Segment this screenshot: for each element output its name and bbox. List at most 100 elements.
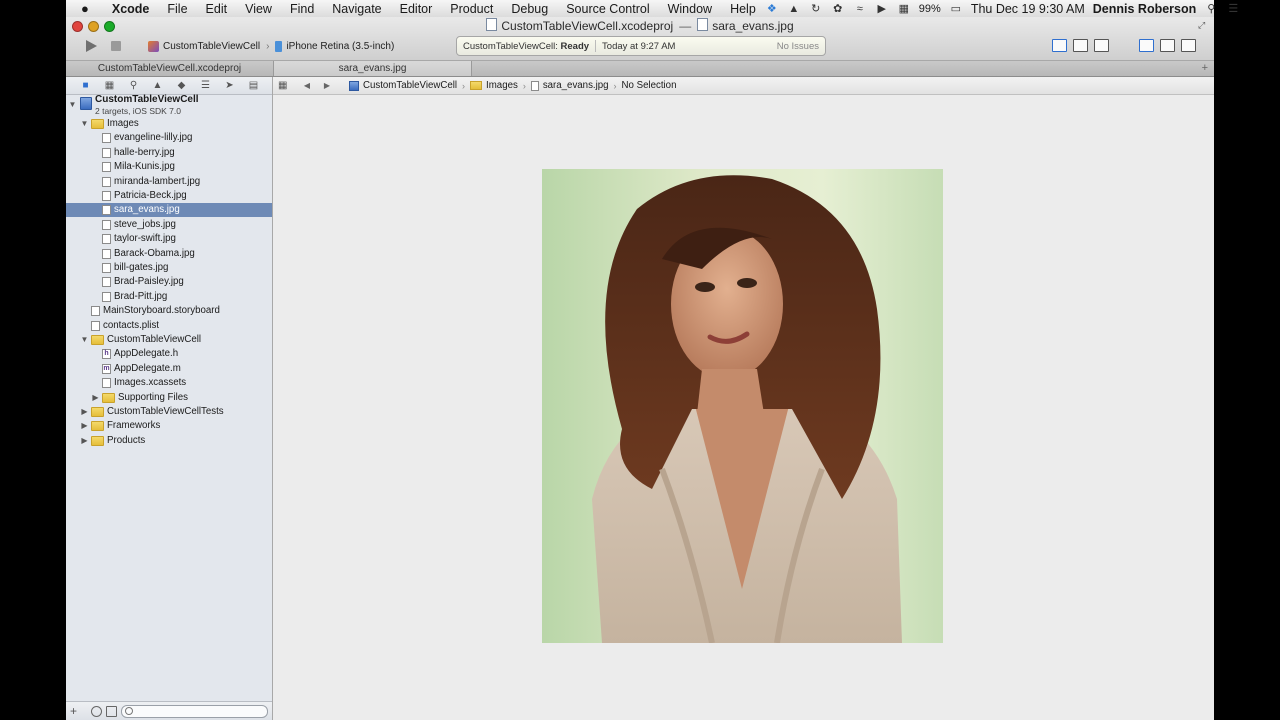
scheme-selector[interactable]: CustomTableViewCell › iPhone Retina (3.5…: [148, 39, 394, 53]
tree-row[interactable]: contacts.plist: [66, 319, 272, 333]
debug-icon[interactable]: ☰: [200, 80, 211, 91]
navigator-filter-field[interactable]: [121, 705, 268, 718]
menu-help[interactable]: Help: [721, 2, 765, 16]
spotlight-icon[interactable]: ⚲: [1204, 2, 1218, 15]
crumb-file[interactable]: sara_evans.jpg: [543, 80, 609, 91]
toggle-navigator-icon[interactable]: [1139, 39, 1154, 52]
tree-row[interactable]: halle-berry.jpg: [66, 146, 272, 160]
log-icon[interactable]: ▤: [248, 80, 259, 91]
fullscreen-icon[interactable]: ⤢: [1198, 20, 1208, 30]
activity-issues[interactable]: No Issues: [777, 41, 825, 52]
breakpoint-icon[interactable]: ➤: [224, 80, 235, 91]
dropbox-icon[interactable]: ❖: [765, 2, 779, 15]
tree-row[interactable]: taylor-swift.jpg: [66, 232, 272, 246]
evernote-icon[interactable]: ▲: [787, 2, 801, 15]
tab-project[interactable]: CustomTableViewCell.xcodeproj: [66, 61, 274, 76]
tree-row[interactable]: MainStoryboard.storyboard: [66, 304, 272, 318]
menu-view[interactable]: View: [236, 2, 281, 16]
source-control-filter-icon[interactable]: [106, 706, 117, 717]
time-machine-icon[interactable]: ↻: [809, 2, 823, 15]
disclosure-open-icon[interactable]: ▼: [68, 98, 77, 112]
disclosure-closed-icon[interactable]: ▶: [80, 419, 89, 433]
disclosure-closed-icon[interactable]: ▶: [80, 405, 89, 419]
menu-navigate[interactable]: Navigate: [323, 2, 390, 16]
chevron-right-icon: ›: [613, 80, 617, 91]
related-items-icon[interactable]: ▦: [278, 80, 289, 91]
tree-row[interactable]: bill-gates.jpg: [66, 261, 272, 275]
symbol-icon[interactable]: ▦: [104, 80, 115, 91]
wifi-icon[interactable]: ≈: [853, 2, 867, 15]
notification-center-icon[interactable]: ☰: [1226, 2, 1240, 15]
file-icon: [102, 147, 111, 158]
recent-files-icon[interactable]: [91, 706, 102, 717]
project-row[interactable]: ▼ CustomTableViewCell 2 targets, iOS SDK…: [66, 94, 272, 117]
crumb-selection[interactable]: No Selection: [622, 80, 677, 91]
menu-debug[interactable]: Debug: [502, 2, 557, 16]
tree-row[interactable]: ▶ Frameworks: [66, 419, 272, 433]
version-editor-icon[interactable]: [1094, 39, 1109, 52]
user-name[interactable]: Dennis Roberson: [1093, 2, 1197, 16]
volume-icon[interactable]: ▶: [875, 2, 889, 15]
tree-row[interactable]: ▼ CustomTableViewCell: [66, 333, 272, 347]
file-icon: [102, 219, 111, 230]
menu-edit[interactable]: Edit: [197, 2, 237, 16]
menu-window[interactable]: Window: [659, 2, 721, 16]
battery-icon[interactable]: ▭: [949, 2, 963, 15]
xcode-window: CustomTableViewCell.xcodeproj — sara_evans…: [66, 17, 1214, 720]
disclosure-closed-icon[interactable]: ▶: [80, 434, 89, 448]
destination-name: iPhone Retina (3.5-inch): [286, 40, 395, 52]
menu-app[interactable]: Xcode: [103, 2, 159, 16]
menu-source-control[interactable]: Source Control: [557, 2, 658, 16]
calendar-icon[interactable]: ▦: [897, 2, 911, 15]
tree-row[interactable]: evangeline-lilly.jpg: [66, 131, 272, 145]
tree-row[interactable]: ▼ Images: [66, 117, 272, 131]
tree-row[interactable]: ▶ Supporting Files: [66, 391, 272, 405]
window-title-project: CustomTableViewCell.xcodeproj: [501, 19, 674, 33]
toggle-utilities-icon[interactable]: [1181, 39, 1196, 52]
tree-row[interactable]: Patricia-Beck.jpg: [66, 189, 272, 203]
back-arrow-icon[interactable]: ◀: [302, 81, 312, 90]
disclosure-closed-icon[interactable]: ▶: [91, 391, 100, 405]
crumb-group[interactable]: Images: [486, 80, 518, 91]
issue-icon[interactable]: ▲: [152, 80, 163, 91]
battery-percent[interactable]: 99%: [919, 3, 941, 15]
tree-row[interactable]: m AppDelegate.m: [66, 362, 272, 376]
tree-row[interactable]: Mila-Kunis.jpg: [66, 160, 272, 174]
search-icon[interactable]: ⚲: [128, 80, 139, 91]
menu-find[interactable]: Find: [281, 2, 323, 16]
add-tab-icon[interactable]: +: [1202, 61, 1208, 76]
standard-editor-icon[interactable]: [1052, 39, 1067, 52]
disclosure-open-icon[interactable]: ▼: [80, 117, 89, 131]
run-button[interactable]: [84, 39, 98, 53]
tree-row[interactable]: Barack-Obama.jpg: [66, 247, 272, 261]
tab-image[interactable]: sara_evans.jpg: [274, 61, 472, 76]
toggle-debug-area-icon[interactable]: [1160, 39, 1175, 52]
clock[interactable]: Thu Dec 19 9:30 AM: [971, 2, 1085, 16]
tree-row[interactable]: h AppDelegate.h: [66, 347, 272, 361]
tree-row[interactable]: ▶ Products: [66, 434, 272, 448]
bluetooth-icon[interactable]: ✿: [831, 2, 845, 15]
menu-file[interactable]: File: [158, 2, 196, 16]
apple-menu-icon[interactable]: ●: [81, 1, 89, 16]
tree-row-label: AppDelegate.m: [114, 362, 181, 374]
forward-arrow-icon[interactable]: ▶: [322, 81, 332, 90]
folder-icon[interactable]: ■: [80, 80, 91, 91]
stop-button[interactable]: [111, 41, 121, 51]
tree-row[interactable]: ▶ CustomTableViewCellTests: [66, 405, 272, 419]
menu-editor[interactable]: Editor: [391, 2, 442, 16]
tree-row[interactable]: Images.xcassets: [66, 376, 272, 390]
tree-row[interactable]: sara_evans.jpg: [66, 203, 272, 218]
tree-row[interactable]: Brad-Pitt.jpg: [66, 290, 272, 304]
assistant-editor-icon[interactable]: [1073, 39, 1088, 52]
tree-row[interactable]: Brad-Paisley.jpg: [66, 275, 272, 289]
tree-row[interactable]: miranda-lambert.jpg: [66, 175, 272, 189]
menu-product[interactable]: Product: [441, 2, 502, 16]
crumb-project[interactable]: CustomTableViewCell: [363, 80, 457, 91]
disclosure-open-icon[interactable]: ▼: [80, 333, 89, 347]
tree-row[interactable]: steve_jobs.jpg: [66, 218, 272, 232]
test-icon[interactable]: ◆: [176, 80, 187, 91]
add-file-icon[interactable]: +: [70, 704, 77, 718]
tree-row-label: Brad-Paisley.jpg: [114, 276, 184, 288]
file-icon: [102, 205, 111, 216]
folder-icon: [91, 119, 104, 129]
